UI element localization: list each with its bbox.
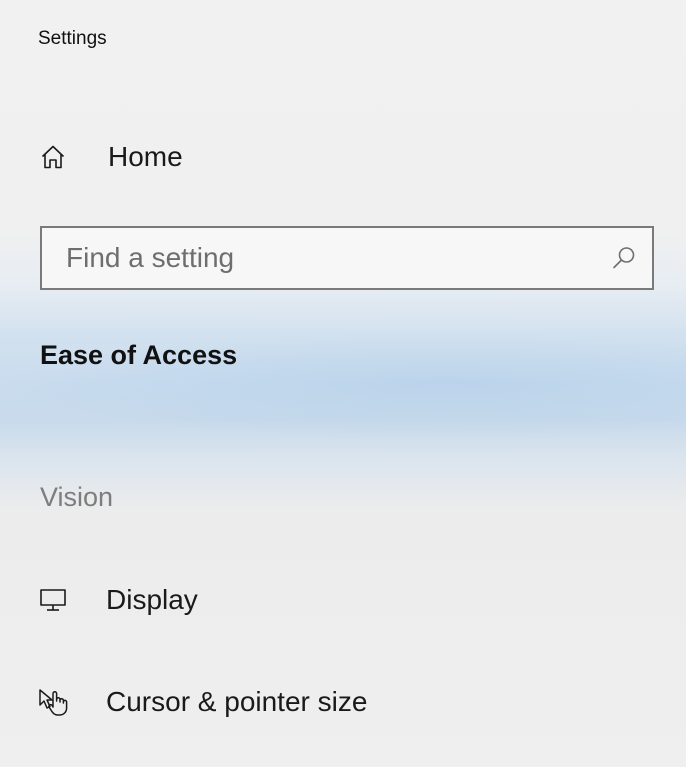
search-input[interactable] xyxy=(42,228,592,288)
home-icon xyxy=(38,142,68,172)
nav-cursor-pointer-size[interactable]: Cursor & pointer size xyxy=(38,686,367,718)
nav-home-label: Home xyxy=(108,141,183,172)
nav-cursor-pointer-size-label: Cursor & pointer size xyxy=(106,686,368,717)
nav-home[interactable]: Home xyxy=(38,141,183,173)
window-title: Settings xyxy=(38,28,107,49)
search-icon[interactable] xyxy=(610,244,638,272)
cursor-pointer-icon xyxy=(38,687,68,717)
nav-display-label: Display xyxy=(106,584,198,615)
display-monitor-icon xyxy=(38,585,68,615)
search-box[interactable] xyxy=(40,226,654,290)
nav-display[interactable]: Display xyxy=(38,584,198,616)
section-title: Ease of Access xyxy=(40,340,238,370)
settings-window: Settings Home Ease of Access Vision xyxy=(0,0,686,767)
group-label-vision: Vision xyxy=(40,482,114,512)
